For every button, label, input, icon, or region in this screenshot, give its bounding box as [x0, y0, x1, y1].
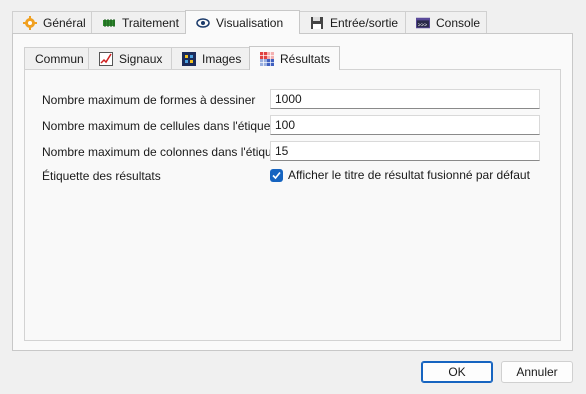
results-grid-icon [260, 51, 274, 66]
tab-console[interactable]: >>> Console [405, 11, 487, 33]
main-tabbar: Général Traitement Visualisation Entrée/… [12, 10, 487, 34]
tab-resultats-label: Résultats [280, 51, 331, 66]
signal-icon [99, 51, 113, 66]
max-shapes-label: Nombre maximum de formes à dessiner [42, 93, 256, 107]
tab-resultats[interactable]: Résultats [249, 46, 340, 70]
console-icon: >>> [416, 16, 430, 30]
max-cells-label: Nombre maximum de cellules dans l'étique… [42, 119, 284, 133]
tab-signaux-label: Signaux [119, 51, 163, 66]
tab-images-label: Images [202, 51, 242, 66]
tab-console-label: Console [436, 15, 481, 30]
tab-images[interactable]: Images [171, 47, 250, 69]
svg-text:>>>: >>> [418, 22, 427, 28]
tab-commun[interactable]: Commun [24, 47, 89, 69]
eye-icon [196, 16, 210, 30]
tab-signaux[interactable]: Signaux [88, 47, 172, 69]
image-icon [182, 51, 196, 66]
tab-commun-label: Commun [35, 51, 84, 66]
max-columns-input[interactable] [270, 141, 540, 161]
check-icon [272, 171, 281, 179]
floppy-disk-icon [310, 16, 324, 30]
visualisation-subtabbar: Commun Signaux Images Résultats [24, 46, 340, 70]
visualisation-panel: Commun Signaux Images Résultats Nombre m… [12, 33, 573, 351]
tab-general-label: Général [43, 15, 86, 30]
result-label-label: Étiquette des résultats [42, 169, 161, 183]
processor-icon [102, 16, 116, 30]
tab-traitement-label: Traitement [122, 15, 179, 30]
resultats-panel: Nombre maximum de formes à dessiner Nomb… [24, 69, 561, 341]
tab-entree-sortie[interactable]: Entrée/sortie [299, 11, 406, 33]
tab-visualisation-label: Visualisation [216, 15, 284, 30]
max-shapes-input[interactable] [270, 89, 540, 109]
merged-title-checkbox-label: Afficher le titre de résultat fusionné p… [288, 168, 530, 182]
merged-title-checkbox-row[interactable]: Afficher le titre de résultat fusionné p… [270, 168, 530, 182]
tab-visualisation[interactable]: Visualisation [185, 10, 300, 34]
tab-general[interactable]: Général [12, 11, 92, 33]
gear-icon [23, 15, 37, 30]
max-columns-label: Nombre maximum de colonnes dans l'étique… [42, 145, 292, 159]
merged-title-checkbox[interactable] [270, 168, 283, 182]
tab-entree-sortie-label: Entrée/sortie [330, 15, 399, 30]
cancel-button[interactable]: Annuler [501, 361, 573, 383]
max-cells-input[interactable] [270, 115, 540, 135]
tab-traitement[interactable]: Traitement [91, 11, 186, 33]
ok-button[interactable]: OK [421, 361, 493, 383]
